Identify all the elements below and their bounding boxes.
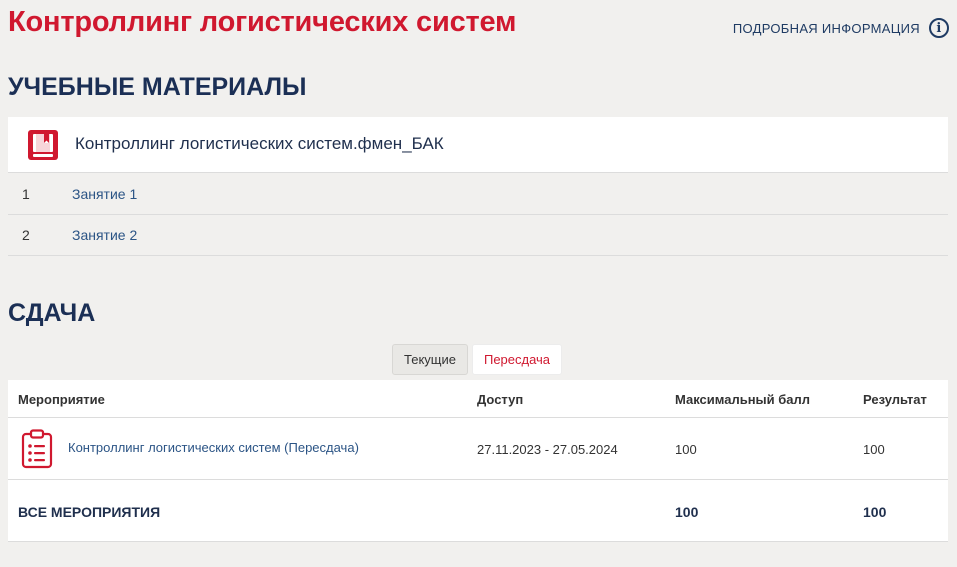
lesson-number: 1 [22, 186, 30, 202]
tab-retake[interactable]: Пересдача [471, 344, 563, 375]
course-name[interactable]: Контроллинг логистических систем.фмен_БА… [75, 134, 444, 154]
table-footer: ВСЕ МЕРОПРИЯТИЯ 100 100 [8, 480, 948, 542]
tab-current[interactable]: Текущие [392, 344, 468, 375]
event-link[interactable]: Контроллинг логистических систем (Пересд… [68, 440, 359, 455]
column-header-access: Доступ [477, 392, 524, 407]
info-icon[interactable]: i [929, 18, 949, 38]
exam-tabs: Текущие Пересдача [392, 344, 563, 375]
total-result: 100 [863, 504, 887, 520]
access-period: 27.11.2023 - 27.05.2024 [477, 442, 618, 457]
lesson-link[interactable]: Занятие 2 [72, 227, 137, 243]
clipboard-icon [21, 429, 53, 469]
course-card[interactable]: Контроллинг логистических систем.фмен_БА… [8, 117, 948, 173]
materials-section-title: УЧЕБНЫЕ МАТЕРИАЛЫ [8, 73, 307, 101]
lesson-number: 2 [22, 227, 30, 243]
column-header-max-score: Максимальный балл [675, 392, 811, 407]
result-score: 100 [863, 442, 885, 457]
details-link-label: ПОДРОБНАЯ ИНФОРМАЦИЯ [732, 20, 920, 36]
book-icon [28, 130, 58, 160]
column-header-result: Результат [863, 392, 927, 407]
table-row: Контроллинг логистических систем (Пересд… [8, 418, 948, 480]
total-max-score: 100 [675, 504, 699, 520]
column-header-event: Мероприятие [18, 392, 105, 407]
table-header: Мероприятие Доступ Максимальный балл Рез… [8, 380, 948, 418]
all-events-label: ВСЕ МЕРОПРИЯТИЯ [18, 504, 161, 520]
exam-section-title: СДАЧА [8, 299, 96, 327]
page-title: Контроллинг логистических систем [8, 6, 517, 38]
lesson-row: 2 Занятие 2 [8, 215, 948, 256]
lesson-row: 1 Занятие 1 [8, 174, 948, 215]
max-score: 100 [675, 442, 697, 457]
events-table: Мероприятие Доступ Максимальный балл Рез… [8, 380, 948, 542]
lesson-link[interactable]: Занятие 1 [72, 186, 137, 202]
details-link[interactable]: ПОДРОБНАЯ ИНФОРМАЦИЯ i [733, 18, 949, 38]
